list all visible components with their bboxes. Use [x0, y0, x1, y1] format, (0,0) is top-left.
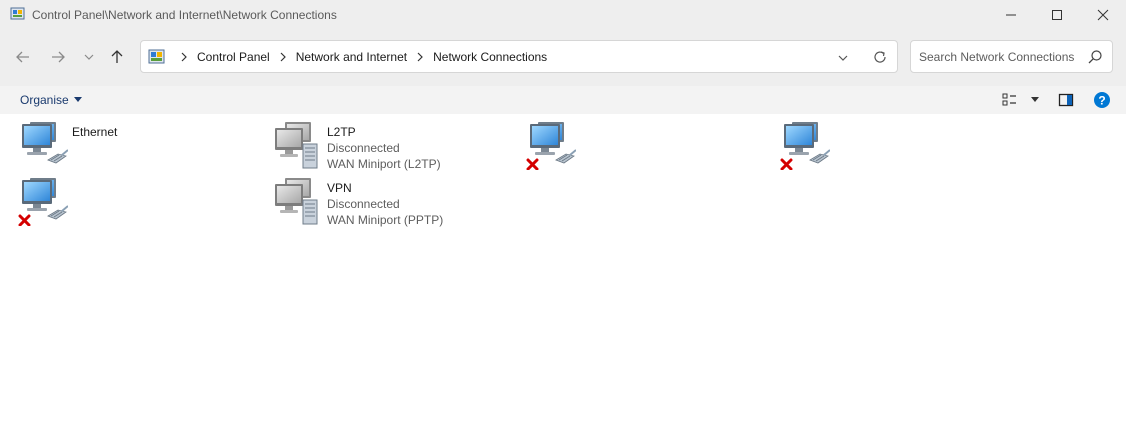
chevron-down-icon — [84, 54, 94, 60]
network-disconnected-icon — [526, 122, 576, 170]
breadcrumb: Control Panel Network and Internet Netwo… — [171, 50, 547, 64]
ethernet-connected-icon — [22, 122, 68, 164]
minimize-icon — [1006, 14, 1016, 16]
address-dropdown-button[interactable] — [835, 50, 851, 66]
connection-name: L2TP — [327, 125, 356, 139]
svg-text:?: ? — [1098, 94, 1105, 108]
arrow-up-icon — [111, 50, 123, 63]
connection-item-ethernet[interactable]: Ethernet — [18, 122, 248, 176]
connection-status: Disconnected — [327, 197, 400, 211]
maximize-icon — [1052, 10, 1062, 20]
breadcrumb-network-and-internet[interactable]: Network and Internet — [296, 50, 407, 64]
control-panel-icon — [148, 49, 165, 64]
network-disconnected-icon — [780, 122, 830, 170]
close-button[interactable] — [1080, 0, 1126, 30]
arrow-right-icon — [52, 51, 65, 63]
organise-label: Organise — [20, 93, 69, 107]
vpn-connection-icon — [274, 122, 318, 169]
title-bar: Control Panel\Network and Internet\Netwo… — [0, 0, 1126, 30]
connection-device: WAN Miniport (PPTP) — [327, 213, 444, 227]
vpn-connection-icon — [274, 178, 318, 225]
navigation-bar: Control Panel Network and Internet Netwo… — [0, 30, 1126, 86]
help-icon[interactable]: ? — [1093, 91, 1111, 109]
chevron-right-icon[interactable] — [177, 50, 191, 64]
connection-name: Ethernet — [72, 125, 118, 139]
refresh-button[interactable] — [872, 49, 888, 65]
connection-item-vpn[interactable]: VPN Disconnected WAN Miniport (PPTP) — [273, 178, 503, 232]
maximize-button[interactable] — [1034, 0, 1080, 30]
control-panel-icon — [10, 7, 25, 20]
recent-locations-button[interactable] — [78, 46, 100, 68]
arrow-left-icon — [16, 51, 29, 63]
view-list-icon — [1002, 93, 1016, 106]
window-title: Control Panel\Network and Internet\Netwo… — [32, 8, 337, 22]
change-view-button[interactable] — [1002, 92, 1040, 108]
address-bar[interactable]: Control Panel Network and Internet Netwo… — [140, 40, 898, 73]
up-button[interactable] — [106, 46, 128, 68]
forward-button[interactable] — [47, 46, 69, 68]
refresh-icon — [874, 51, 886, 63]
preview-pane-icon[interactable] — [1058, 92, 1074, 108]
connection-name: VPN — [327, 181, 352, 195]
connection-status: Disconnected — [327, 141, 400, 155]
chevron-right-icon[interactable] — [276, 50, 290, 64]
search-input[interactable] — [919, 49, 1079, 65]
breadcrumb-control-panel[interactable]: Control Panel — [197, 50, 270, 64]
breadcrumb-network-connections[interactable]: Network Connections — [433, 50, 547, 64]
redacted-area — [836, 114, 978, 170]
chevron-down-icon — [838, 55, 848, 61]
command-bar: Organise ? — [0, 86, 1126, 114]
connection-item-disconnected[interactable] — [18, 178, 248, 232]
search-box[interactable] — [910, 40, 1113, 73]
back-button[interactable] — [12, 46, 34, 68]
connections-view: Ethernet L2TP Disconnected WAN Miniport … — [0, 114, 1126, 423]
caret-down-icon — [73, 97, 82, 102]
network-disconnected-icon — [18, 178, 68, 226]
close-icon — [1097, 9, 1109, 21]
minimize-button[interactable] — [988, 0, 1034, 30]
chevron-right-icon[interactable] — [413, 50, 427, 64]
search-icon[interactable] — [1087, 49, 1103, 65]
connection-device: WAN Miniport (L2TP) — [327, 157, 441, 171]
connection-item-l2tp[interactable]: L2TP Disconnected WAN Miniport (L2TP) — [273, 122, 503, 176]
redacted-area — [578, 114, 758, 170]
caret-down-icon — [1031, 97, 1039, 102]
organise-menu-button[interactable]: Organise — [20, 93, 82, 107]
